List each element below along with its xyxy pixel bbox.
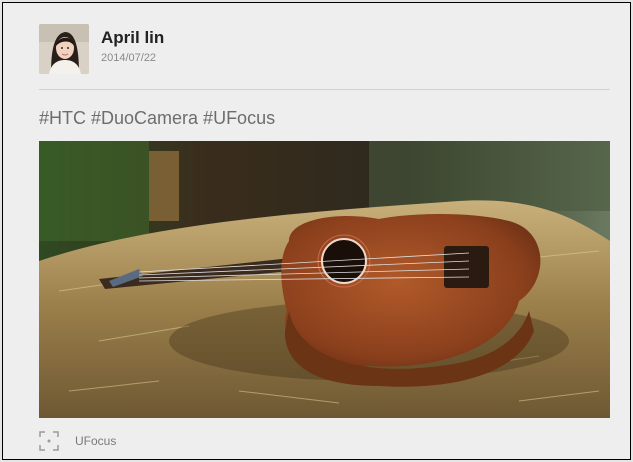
ufocus-label: UFocus: [75, 434, 117, 448]
post-date: 2014/07/22: [101, 52, 157, 64]
post-card: April lin 2014/07/22 #HTC #DuoCamera #UF…: [2, 2, 631, 460]
header-divider: [39, 89, 610, 90]
ufocus-icon[interactable]: [39, 431, 59, 451]
post-header: April lin 2014/07/22: [39, 24, 164, 76]
avatar[interactable]: [39, 24, 89, 74]
post-footer: UFocus: [39, 429, 116, 453]
post-photo[interactable]: [39, 141, 610, 418]
author-info: April lin 2014/07/22: [101, 24, 164, 65]
ukulele-photo: [39, 141, 610, 418]
author-name[interactable]: April lin: [101, 28, 164, 48]
post-caption: #HTC #DuoCamera #UFocus: [39, 108, 276, 128]
avatar-image: [39, 24, 89, 74]
